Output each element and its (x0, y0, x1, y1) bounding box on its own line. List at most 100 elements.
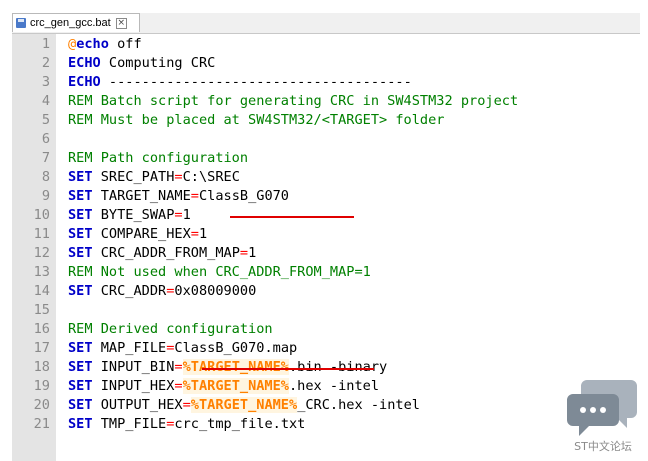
line-number: 13 (33, 264, 50, 280)
line-number: 17 (33, 340, 50, 356)
code-token: OUTPUT_HEX (92, 397, 183, 413)
operator: = (174, 378, 183, 394)
watermark-caption: ST中文论坛 (574, 440, 632, 453)
code-text: SET SREC_PATH=C:\SREC (68, 168, 240, 187)
watermark: ST中文论坛 (565, 376, 641, 456)
line-number: 3 (41, 74, 50, 90)
keyword: SET (68, 359, 93, 375)
line-number: 14 (33, 283, 50, 299)
code-token: TMP_FILE (92, 416, 167, 432)
code-token: C:\SREC (182, 169, 240, 185)
code-token: CRC_ADDR (92, 283, 167, 299)
code-line[interactable]: 8 SET SREC_PATH=C:\SREC (12, 168, 640, 187)
code-token: COMPARE_HEX (92, 226, 191, 242)
code-text: SET TARGET_NAME=ClassB_G070 (68, 187, 289, 206)
code-text: REM Must be placed at SW4STM32/<TARGET> … (68, 111, 444, 130)
code-line[interactable]: 2 ECHO Computing CRC (12, 54, 640, 73)
annotation-underline-map-file (202, 368, 374, 370)
code-line[interactable]: 15 (12, 301, 640, 320)
code-token: MAP_FILE (92, 340, 167, 356)
code-line[interactable]: 17 SET MAP_FILE=ClassB_G070.map (12, 339, 640, 358)
line-number: 6 (41, 131, 50, 147)
top-strip (0, 0, 648, 12)
keyword: SET (68, 283, 93, 299)
code-token: Computing CRC (100, 55, 216, 71)
close-icon[interactable]: × (115, 17, 127, 29)
operator: = (190, 188, 199, 204)
operator: = (174, 359, 183, 375)
code-token: BYTE_SWAP (92, 207, 175, 223)
code-line[interactable]: 7 REM Path configuration (12, 149, 640, 168)
comment: REM Not used when CRC_ADDR_FROM_MAP=1 (68, 264, 371, 280)
code-text: REM Not used when CRC_ADDR_FROM_MAP=1 (68, 263, 371, 282)
variable-ref: %TARGET_NAME% (182, 378, 289, 394)
code-token: crc_tmp_file.txt (174, 416, 306, 432)
code-line[interactable]: 12 SET CRC_ADDR_FROM_MAP=1 (12, 244, 640, 263)
code-text: SET OUTPUT_HEX=%TARGET_NAME%_CRC.hex -in… (68, 396, 420, 415)
keyword: SET (68, 378, 93, 394)
line-number: 9 (41, 188, 50, 204)
code-text: SET BYTE_SWAP=1 (68, 206, 191, 225)
at-sign: @ (68, 36, 77, 52)
code-text: REM Path configuration (68, 149, 248, 168)
code-line[interactable]: 5 REM Must be placed at SW4STM32/<TARGET>… (12, 111, 640, 130)
comment: REM Path configuration (68, 150, 249, 166)
comment: REM Must be placed at SW4STM32/<TARGET> … (68, 112, 445, 128)
line-number: 1 (41, 36, 50, 52)
keyword: SET (68, 397, 93, 413)
line-number: 21 (33, 416, 50, 432)
line-number: 12 (33, 245, 50, 261)
save-disk-icon (16, 18, 26, 28)
keyword: ECHO (68, 74, 101, 90)
code-token: 0x08009000 (174, 283, 257, 299)
comment: REM Derived configuration (68, 321, 273, 337)
line-number: 15 (33, 302, 50, 318)
code-token: TARGET_NAME (92, 188, 191, 204)
code-editor[interactable]: 1 @echo off 2 ECHO Computing CRC 3 ECHO -----… (12, 34, 640, 461)
code-line[interactable]: 14 SET CRC_ADDR=0x08009000 (12, 282, 640, 301)
code-text: SET MAP_FILE=ClassB_G070.map (68, 339, 297, 358)
line-number: 2 (41, 55, 50, 71)
code-line[interactable]: 13 REM Not used when CRC_ADDR_FROM_MAP=1 (12, 263, 640, 282)
code-token: .hex -intel (289, 378, 380, 394)
code-line[interactable]: 19 SET INPUT_HEX=%TARGET_NAME%.hex -intel (12, 377, 640, 396)
variable-ref: %TARGET_NAME% (182, 359, 289, 375)
line-number: 16 (33, 321, 50, 337)
line-number: 11 (33, 226, 50, 242)
line-number: 19 (33, 378, 50, 394)
keyword: ECHO (68, 55, 101, 71)
code-line[interactable]: 11 SET COMPARE_HEX=1 (12, 225, 640, 244)
code-text: REM Derived configuration (68, 320, 273, 339)
code-token: ClassB_G070 (198, 188, 289, 204)
line-number: 4 (41, 93, 50, 109)
code-line[interactable]: 16 REM Derived configuration (12, 320, 640, 339)
code-token: _CRC.hex -intel (297, 397, 420, 413)
code-token: CRC_ADDR_FROM_MAP (92, 245, 240, 261)
code-line[interactable]: 3 ECHO ----------------------------------… (12, 73, 640, 92)
code-token: 1 (182, 207, 191, 223)
code-line[interactable]: 1 @echo off (12, 35, 640, 54)
code-line[interactable]: 20 SET OUTPUT_HEX=%TARGET_NAME%_CRC.hex -… (12, 396, 640, 415)
code-text: SET TMP_FILE=crc_tmp_file.txt (68, 415, 305, 434)
keyword: SET (68, 207, 93, 223)
code-text: SET CRC_ADDR=0x08009000 (68, 282, 256, 301)
code-token: 1 (248, 245, 257, 261)
code-text: @echo off (68, 35, 142, 54)
code-line[interactable]: 21 SET TMP_FILE=crc_tmp_file.txt (12, 415, 640, 434)
code-line[interactable]: 9 SET TARGET_NAME=ClassB_G070 (12, 187, 640, 206)
code-line[interactable]: 6 (12, 130, 640, 149)
keyword: SET (68, 226, 93, 242)
operator: = (174, 169, 183, 185)
tab-crc-gen-gcc-bat[interactable]: crc_gen_gcc.bat × (12, 13, 140, 32)
keyword: SET (68, 340, 93, 356)
operator: = (190, 226, 199, 242)
operator: = (174, 207, 183, 223)
chat-bubble-icon (567, 380, 637, 436)
keyword: echo (76, 36, 109, 52)
code-text: SET COMPARE_HEX=1 (68, 225, 207, 244)
code-text: REM Batch script for generating CRC in S… (68, 92, 518, 111)
code-token: INPUT_BIN (92, 359, 175, 375)
tab-bar: crc_gen_gcc.bat × (12, 13, 640, 34)
code-token: ------------------------------------- (100, 74, 412, 90)
code-line[interactable]: 4 REM Batch script for generating CRC in … (12, 92, 640, 111)
